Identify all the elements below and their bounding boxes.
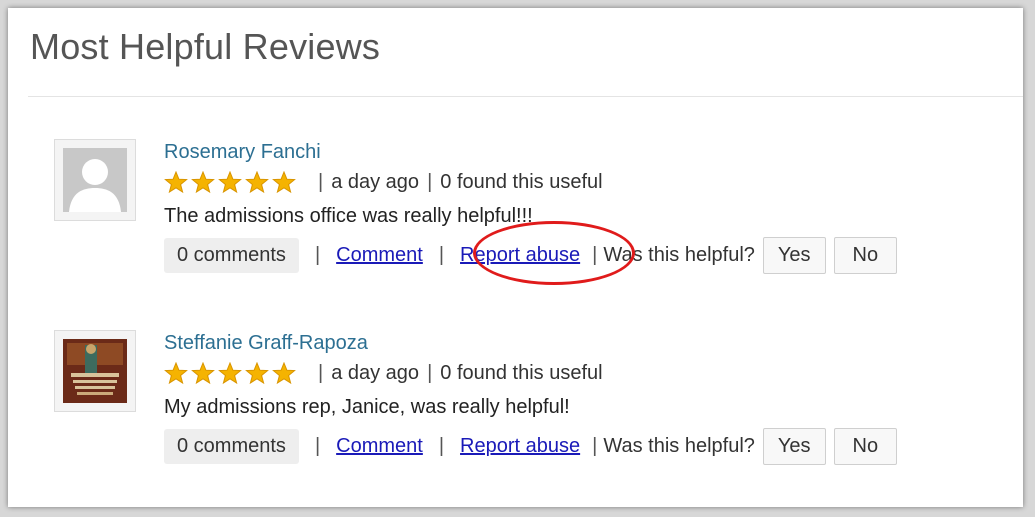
reviewer-name[interactable]: Steffanie Graff-Rapoza <box>164 332 368 355</box>
star-icon <box>272 362 296 385</box>
title-divider <box>28 96 1023 97</box>
separator: | <box>438 435 445 457</box>
useful-count: 0 found this useful <box>440 171 603 193</box>
book-cover-avatar-icon <box>63 339 127 403</box>
star-icon <box>218 171 242 194</box>
report-abuse-link[interactable]: Report abuse <box>460 244 580 267</box>
star-icon <box>191 171 215 194</box>
separator: | <box>318 171 324 193</box>
star-icon <box>191 362 215 385</box>
comments-count-button[interactable]: 0 comments <box>164 429 299 464</box>
review-meta: | a day ago | 0 found this useful <box>164 171 603 194</box>
star-rating <box>164 362 296 385</box>
comment-link[interactable]: Comment <box>336 435 423 458</box>
review-actions: 0 comments | Comment | Report abuse | Wa… <box>164 428 898 465</box>
report-abuse-link[interactable]: Report abuse <box>460 435 580 458</box>
helpful-prompt: Was this helpful? <box>603 244 755 266</box>
helpful-prompt: Was this helpful? <box>603 435 755 457</box>
avatar[interactable] <box>54 330 136 412</box>
star-rating <box>164 171 296 194</box>
page-title: Most Helpful Reviews <box>30 26 381 67</box>
no-button[interactable]: No <box>833 428 898 465</box>
star-icon <box>272 171 296 194</box>
separator: | <box>592 435 598 457</box>
yes-button[interactable]: Yes <box>762 237 826 274</box>
review-time: a day ago <box>331 362 420 384</box>
separator: | <box>427 171 433 193</box>
separator: | <box>314 244 321 266</box>
reviewer-name[interactable]: Rosemary Fanchi <box>164 141 321 164</box>
star-icon <box>164 171 188 194</box>
separator: | <box>318 362 324 384</box>
review-time: a day ago <box>331 171 420 193</box>
review-item: Rosemary Fanchi | a day ago | 0 found th… <box>8 139 1023 289</box>
star-icon <box>245 362 269 385</box>
separator: | <box>427 362 433 384</box>
review-text: The admissions office was really helpful… <box>164 205 533 227</box>
default-user-avatar-icon <box>63 148 127 212</box>
comment-link[interactable]: Comment <box>336 244 423 267</box>
star-icon <box>164 362 188 385</box>
comments-count-button[interactable]: 0 comments <box>164 238 299 273</box>
review-actions: 0 comments | Comment | Report abuse | Wa… <box>164 237 898 274</box>
review-text: My admissions rep, Janice, was really he… <box>164 396 570 418</box>
separator: | <box>438 244 445 266</box>
avatar[interactable] <box>54 139 136 221</box>
review-item: Steffanie Graff-Rapoza | a day ago | 0 f… <box>8 330 1023 480</box>
useful-count: 0 found this useful <box>440 362 603 384</box>
yes-button[interactable]: Yes <box>762 428 826 465</box>
reviews-panel: Most Helpful Reviews Rosemary Fanchi | a… <box>8 8 1023 507</box>
separator: | <box>314 435 321 457</box>
star-icon <box>245 171 269 194</box>
star-icon <box>218 362 242 385</box>
no-button[interactable]: No <box>833 237 898 274</box>
separator: | <box>592 244 598 266</box>
review-meta: | a day ago | 0 found this useful <box>164 362 603 385</box>
